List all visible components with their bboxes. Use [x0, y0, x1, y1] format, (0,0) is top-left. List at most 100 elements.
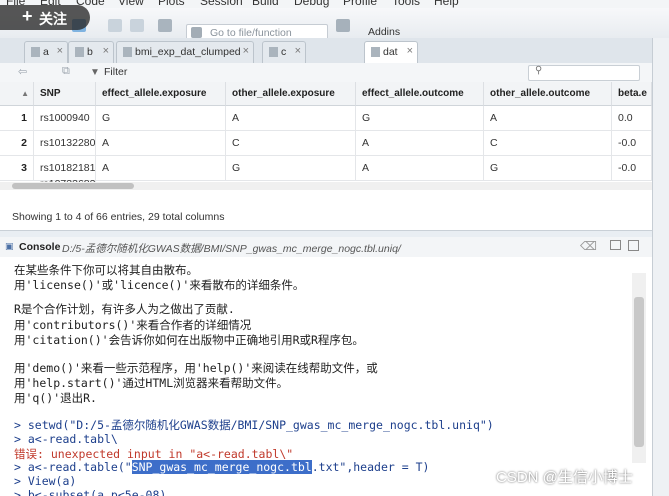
scroll-thumb[interactable] — [634, 297, 644, 447]
table-cell[interactable]: -0.0 — [612, 156, 652, 181]
console-line: R是个合作计划，有许多人为之做出了贡献. — [14, 302, 235, 316]
plus-icon: + — [22, 6, 33, 26]
menu-bar: File Edit Code View Plots Session Build … — [0, 0, 669, 8]
table-cell[interactable]: A — [356, 131, 484, 156]
column-header[interactable]: beta.e — [612, 82, 652, 106]
table-icon — [75, 47, 84, 57]
horizontal-scrollbar[interactable] — [0, 182, 652, 190]
table-cell[interactable]: rs1000940 — [34, 106, 96, 131]
table-cell[interactable]: C — [226, 131, 356, 156]
search-icon: ⚲ — [535, 65, 543, 76]
menu-tools[interactable]: Tools — [392, 0, 420, 8]
table-cell[interactable]: A — [484, 106, 612, 131]
table-cell[interactable]: A — [96, 131, 226, 156]
minimize-icon[interactable] — [610, 240, 621, 250]
table-cell[interactable]: -0.0 — [612, 131, 652, 156]
tab-bmi-exp-dat-clumped[interactable]: bmi_exp_dat_clumped × — [116, 41, 254, 63]
table-cell[interactable]: A — [226, 106, 356, 131]
console-line: 用'help.start()'通过HTML浏览器来看帮助文件。 — [14, 376, 289, 390]
table-cell[interactable]: G — [356, 106, 484, 131]
follow-badge[interactable]: + 关注 — [0, 5, 90, 30]
console-icon: ▣ — [5, 241, 14, 251]
console-line: 用'q()'退出R. — [14, 391, 97, 405]
table-cell[interactable]: A — [96, 156, 226, 181]
console-command: > a<-read.table("SNP_gwas_mc_merge_nogc.… — [14, 460, 429, 474]
console-title[interactable]: Console — [19, 241, 60, 253]
close-icon[interactable]: × — [103, 45, 109, 57]
data-viewer-toolbar: ⇦ ⧉ ▼ Filter ⚲ — [0, 63, 652, 83]
close-icon[interactable]: × — [407, 45, 413, 57]
row-number: 3 — [0, 156, 34, 181]
close-icon[interactable]: × — [57, 45, 63, 57]
tab-b[interactable]: b × — [68, 41, 114, 63]
tab-c[interactable]: c × — [262, 41, 306, 63]
table-cell[interactable]: rs10182181 — [34, 156, 96, 181]
goto-arrow-icon — [191, 27, 202, 38]
table-cell[interactable]: C — [484, 131, 612, 156]
tab-label: dat — [383, 46, 398, 58]
editor-tab-bar: a × b × bmi_exp_dat_clumped × c × dat × — [0, 38, 652, 64]
column-header[interactable]: effect_allele.outcome — [356, 82, 484, 106]
tab-dat[interactable]: dat × — [364, 41, 418, 63]
environment-pane-clipped — [652, 38, 669, 496]
console-command: > a<-read.tabl\ — [14, 432, 118, 446]
command-prefix: > a<-read.table(" — [14, 460, 132, 474]
tab-a[interactable]: a × — [24, 41, 68, 63]
back-arrow-icon[interactable]: ⇦ — [18, 65, 27, 78]
table-cell[interactable]: G — [484, 156, 612, 181]
column-header[interactable]: other_allele.exposure — [226, 82, 356, 106]
console-command: > b<-subset(a,p<5e-08) — [14, 488, 167, 496]
table-cell[interactable]: G — [96, 106, 226, 131]
table-icon — [269, 47, 278, 57]
filter-button[interactable]: Filter — [104, 66, 127, 78]
save-icon[interactable] — [108, 19, 122, 32]
menu-debug[interactable]: Debug — [294, 0, 329, 8]
addins-menu[interactable]: Addins — [368, 26, 400, 38]
broom-icon[interactable]: ⌫ — [580, 239, 597, 253]
table-cell[interactable]: 0.0 — [612, 106, 652, 131]
table-search-input[interactable]: ⚲ — [528, 65, 640, 81]
menu-view[interactable]: View — [118, 0, 144, 8]
menu-profile[interactable]: Profile — [343, 0, 377, 8]
close-icon[interactable]: × — [243, 45, 249, 57]
watermark: CSDN @生信小博士 — [496, 469, 633, 486]
tab-label: c — [281, 46, 287, 58]
column-header[interactable]: effect_allele.exposure — [96, 82, 226, 106]
table-cell[interactable]: G — [226, 156, 356, 181]
column-header[interactable]: SNP — [34, 82, 96, 106]
console-line: 用'contributors()'来看合作者的详细情况 — [14, 318, 252, 332]
menu-help[interactable]: Help — [434, 0, 459, 8]
console-command: > setwd("D:/5-孟德尔随机化GWAS数据/BMI/SNP_gwas_… — [14, 418, 494, 432]
tab-label: bmi_exp_dat_clumped — [135, 46, 241, 58]
console-scrollbar[interactable] — [632, 273, 646, 463]
grid-icon[interactable] — [336, 19, 350, 32]
console-line: 在某些条件下你可以将其自由散布。 — [14, 263, 198, 277]
menu-session[interactable]: Session — [200, 0, 243, 8]
row-number: 2 — [0, 131, 34, 156]
console-header: ▣ Console D:/5-孟德尔随机化GWAS数据/BMI/SNP_gwas… — [0, 237, 652, 258]
menu-build[interactable]: Build — [252, 0, 279, 8]
sort-header-rownum[interactable]: ▲ — [0, 82, 34, 106]
filter-icon: ▼ — [90, 67, 100, 78]
console-command: > View(a) — [14, 474, 77, 488]
table-icon — [31, 47, 40, 57]
table-icon — [123, 47, 132, 57]
console-line: 用'license()'或'licence()'来看散布的详细条件。 — [14, 278, 305, 292]
column-header[interactable]: other_allele.outcome — [484, 82, 612, 106]
popout-icon[interactable]: ⧉ — [62, 65, 70, 78]
scroll-thumb[interactable] — [12, 183, 134, 189]
table-cell[interactable]: rs10132280 — [34, 131, 96, 156]
toolbar: Go to file/function Addins — [0, 8, 669, 43]
working-directory[interactable]: D:/5-孟德尔随机化GWAS数据/BMI/SNP_gwas_mc_merge_… — [62, 241, 401, 256]
print-icon[interactable] — [158, 19, 172, 32]
entries-count: Showing 1 to 4 of 66 entries, 29 total c… — [12, 211, 225, 223]
console-line: 用'demo()'来看一些示范程序，用'help()'来阅读在线帮助文件，或 — [14, 361, 378, 375]
selected-text[interactable]: SNP_gwas_mc_merge_nogc.tbl — [131, 460, 312, 474]
table-cell[interactable]: A — [356, 156, 484, 181]
maximize-icon[interactable] — [628, 240, 639, 251]
close-icon[interactable]: × — [295, 45, 301, 57]
console-line: 用'citation()'会告诉你如何在出版物中正确地引用R或R程序包。 — [14, 333, 364, 347]
menu-plots[interactable]: Plots — [158, 0, 185, 8]
save-all-icon[interactable] — [130, 19, 144, 32]
console-output[interactable]: 在某些条件下你可以将其自由散布。 用'license()'或'licence()… — [0, 257, 652, 496]
